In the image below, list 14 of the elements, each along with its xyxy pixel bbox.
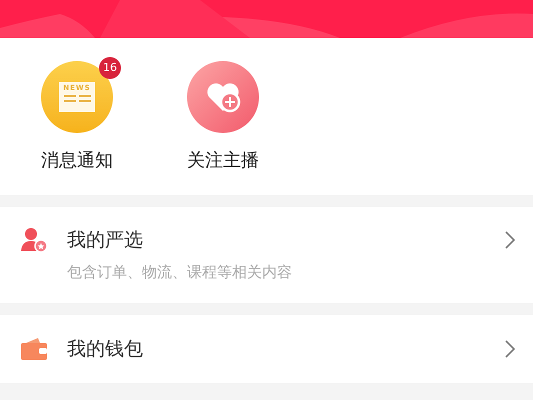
chevron-right-icon <box>505 231 515 249</box>
menu-title: 我的钱包 <box>67 337 144 362</box>
count-badge: 16 <box>99 57 121 79</box>
shortcut-item[interactable]: 关注主播 <box>175 61 271 174</box>
shortcut-label: 消息通知 <box>41 149 113 173</box>
heart-plus-icon <box>187 61 259 133</box>
shortcut-label: 关注主播 <box>187 149 259 173</box>
menu-row[interactable]: 我的钱包 <box>0 315 533 383</box>
user-star-icon <box>20 227 48 253</box>
wallet-icon <box>20 337 48 361</box>
chevron-right-icon <box>505 340 515 358</box>
menu-row[interactable]: 我的严选 包含订单、物流、课程等相关内容 <box>0 207 533 303</box>
menu-subtitle: 包含订单、物流、课程等相关内容 <box>67 262 293 283</box>
menu-title: 我的严选 <box>67 228 144 253</box>
